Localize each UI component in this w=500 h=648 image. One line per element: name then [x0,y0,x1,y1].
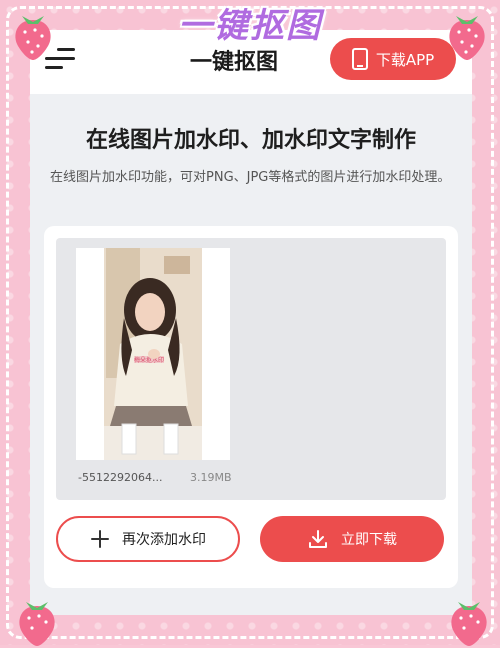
strawberry-icon [15,16,51,60]
image-thumbnail[interactable]: 梅朵抠水印 [76,248,230,460]
download-now-label: 立即下载 [341,532,397,548]
app-title: 一键抠图 [190,50,279,75]
add-watermark-again-button[interactable]: 再次添加水印 [56,516,240,562]
strawberry-icon [451,602,487,646]
download-now-button[interactable]: 立即下载 [260,516,444,562]
phone-icon [351,48,368,70]
app-screen: 一键抠图 下载APP 在线图片加水印、加水印文字制作 在线图片加水印功能，可对P… [30,30,472,615]
overlay-title: 一键抠图 [178,6,322,46]
add-watermark-again-label: 再次添加水印 [122,532,206,548]
page-headline: 在线图片加水印、加水印文字制作 [85,128,416,153]
file-name: -5512292064... [78,471,163,484]
strawberry-icon [19,602,55,646]
preview-area: 梅朵抠水印 -5512292064... 3.19MB [56,238,446,500]
sweater-watermark-text: 梅朵抠水印 [134,356,164,364]
strawberry-icon [449,16,485,60]
photo-illustration: 梅朵抠水印 [76,248,230,460]
page-subtitle: 在线图片加水印功能，可对PNG、JPG等格式的图片进行加水印处理。 [50,170,451,185]
upload-card: 梅朵抠水印 -5512292064... 3.19MB 再次添加水印 立即下载 [44,226,458,588]
download-app-label: 下载APP [375,50,435,69]
download-icon [309,530,327,548]
plus-icon [91,530,109,548]
file-size: 3.19MB [190,471,232,484]
